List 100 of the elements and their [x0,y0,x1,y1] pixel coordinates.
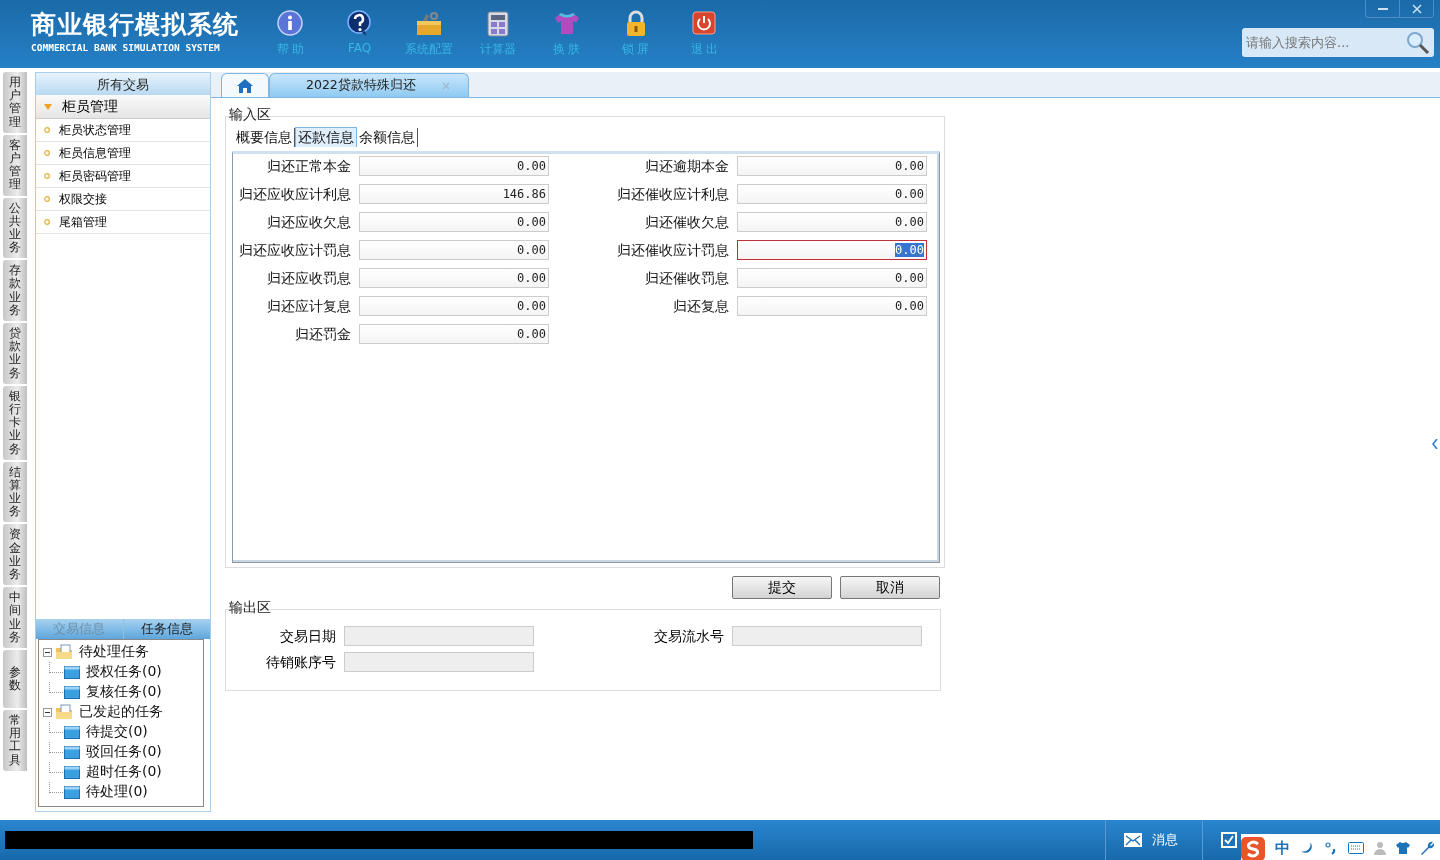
input-field[interactable]: 0.00 [737,156,927,176]
shirt-icon [1396,841,1410,855]
ring-icon [44,196,50,202]
moon-icon [1300,841,1314,855]
field-label: 归还应收应计罚息 [238,241,351,260]
menu-item[interactable]: 柜员信息管理 [36,142,210,165]
wrench-icon [1420,841,1434,855]
input-field[interactable]: 0.00 [359,324,549,344]
search-field[interactable]: 请输入搜索内容... [1242,28,1434,57]
tree-item[interactable]: 复核任务(0) [86,683,162,701]
field-label: 交易流水号 [653,627,724,646]
help-icon [345,10,374,38]
input-field[interactable]: 0.00 [737,184,927,204]
section-title: 输入区 [229,106,272,122]
close-icon [1411,3,1422,14]
info-icon [276,10,305,38]
input-field[interactable]: 0.00 [359,240,549,260]
input-field[interactable]: 0.00 [359,296,549,316]
field-label: 归还正常本金 [266,157,351,176]
field-label: 归还催收罚息 [644,269,729,288]
field-label: 归还催收欠息 [644,213,729,232]
folder-icon [64,725,80,739]
form-tab[interactable]: 还款信息 [295,127,357,147]
minimize-icon [1377,7,1388,10]
module-tab[interactable]: 存款业务 [3,260,27,321]
field-label: 交易日期 [279,627,336,646]
tree-item[interactable]: 驳回任务(0) [86,743,162,761]
tree-item[interactable]: 待提交(0) [86,723,148,741]
keyboard-icon [1348,842,1364,854]
field-label: 归还应计复息 [266,297,351,316]
tree-item[interactable]: 待处理(0) [86,783,148,801]
field-label: 归还催收应计利息 [616,185,729,204]
module-tab[interactable]: 参数 [3,649,27,708]
user-icon [1374,841,1386,855]
field-label: 归还罚金 [294,325,351,344]
field-label: 归还应收欠息 [266,213,351,232]
field-label: 归还应收应计利息 [238,185,351,204]
form-button[interactable]: 提交 [732,576,832,599]
folder-icon [64,665,80,679]
module-tab[interactable]: 常用工具 [3,709,27,771]
menu-item[interactable]: 柜员密码管理 [36,165,210,188]
module-tab[interactable]: 银行卡业务 [3,385,27,460]
ring-icon [44,127,50,133]
folder-icon [64,685,80,699]
folder-icon [55,704,73,720]
input-field[interactable]: 0.00 [359,212,549,232]
menu-group[interactable]: 柜员管理 [36,95,210,119]
folder-icon [55,644,73,660]
folder-icon [64,765,80,779]
power-icon [690,10,719,38]
form-button[interactable]: 取消 [840,576,940,599]
module-tab[interactable]: 中间业务 [3,587,27,648]
module-tab[interactable]: 资金业务 [3,524,27,586]
module-tab[interactable]: 结算业务 [3,461,27,523]
app-title: 商业银行模拟系统 [31,10,240,40]
info-tab[interactable]: 任务信息 [122,619,210,639]
folder-icon [64,785,80,799]
input-field[interactable]: 0.00 [737,268,927,288]
field-label: 归还催收应计罚息 [616,241,729,260]
field-label: 归还逾期本金 [644,157,729,176]
ring-icon [44,150,50,156]
input-field[interactable]: 0.00 [737,296,927,316]
page-tab[interactable]: 2022贷款特殊归还 [269,73,469,97]
form-tab[interactable]: 余额信息 [357,128,418,147]
sidebar-header: 所有交易 [36,73,210,95]
input-field[interactable]: 0.00 [359,156,549,176]
ime-mode-text[interactable]: 中 [1275,838,1290,858]
input-field[interactable]: 146.86 [359,184,549,204]
checkbox-icon [1221,832,1237,848]
tree-item[interactable]: 超时任务(0) [86,763,162,781]
input-field[interactable]: 0.00 [359,268,549,288]
envelope-icon [1124,833,1142,847]
section-title: 输出区 [229,599,272,615]
menu-item[interactable]: 尾箱管理 [36,211,210,234]
module-tab[interactable]: 贷款业务 [3,323,27,384]
module-tab[interactable]: 用户管理 [3,72,27,133]
caret-down-icon [44,102,52,111]
input-field[interactable]: 0.00 [737,240,927,260]
folder-icon [64,745,80,759]
module-tab[interactable]: 客户管理 [3,134,27,196]
tree-item[interactable]: 授权任务(0) [86,663,162,681]
input-field[interactable]: 0.00 [737,212,927,232]
field-label: 归还应收罚息 [266,269,351,288]
home-icon [236,77,254,94]
search-icon [1406,31,1430,55]
home-tab[interactable] [221,73,269,97]
ring-icon [44,173,50,179]
menu-item[interactable]: 权限交接 [36,188,210,211]
app-subtitle: COMMERCIAL BANK SIMULATION SYSTEM [31,42,221,53]
menu-item[interactable]: 柜员状态管理 [36,119,210,142]
tree-item[interactable]: 待处理任务 [79,643,149,661]
punctuation-icon [1324,841,1338,855]
module-tab[interactable]: 公共业务 [3,197,27,259]
status-item[interactable]: 消息 [1105,820,1202,860]
field-label: 待销账序号 [265,653,336,672]
tree-item[interactable]: 已发起的任务 [79,703,163,721]
ring-icon [44,219,50,225]
field-label: 归还复息 [672,297,729,316]
toolbox-icon [414,10,443,38]
close-icon [441,81,450,90]
